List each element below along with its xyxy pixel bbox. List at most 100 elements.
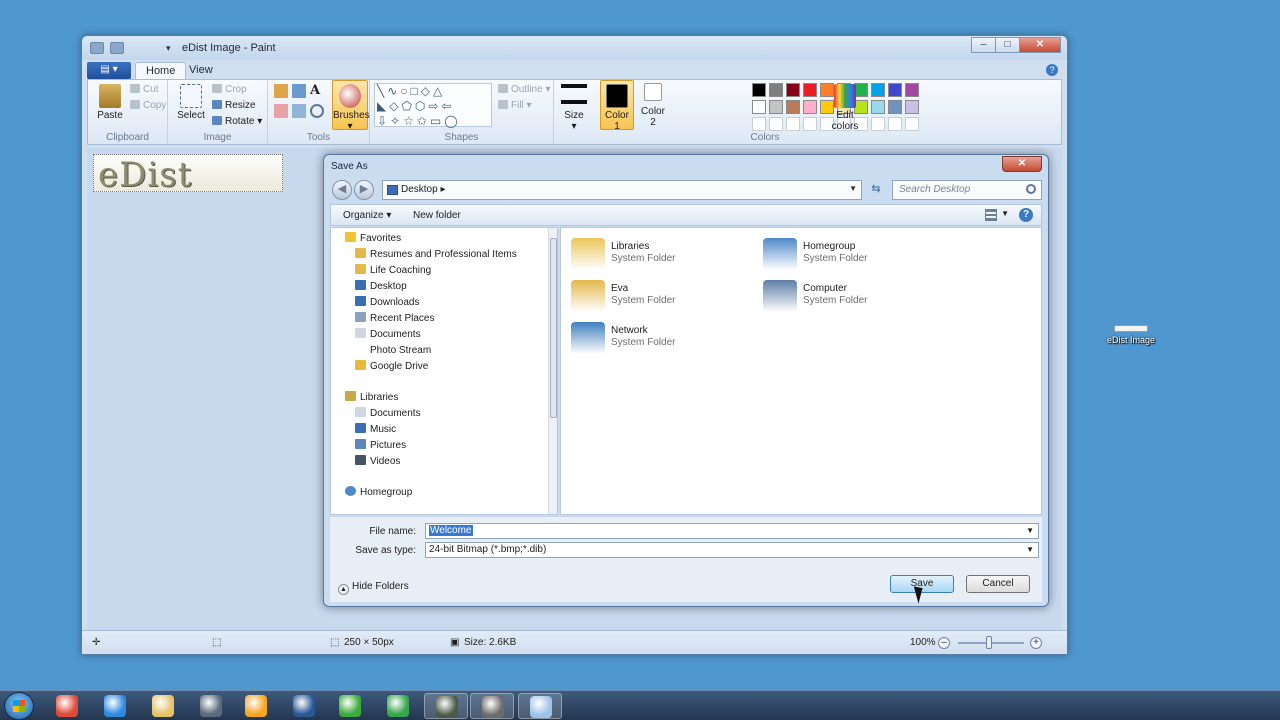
paste-button[interactable]: Paste	[94, 84, 126, 121]
taskbar-button[interactable]	[141, 693, 185, 719]
zoom-out-button[interactable]: –	[938, 637, 950, 649]
refresh-icon[interactable]: ⇆	[868, 181, 884, 198]
custom-color-slot[interactable]	[786, 117, 800, 131]
color-swatch[interactable]	[786, 100, 800, 114]
cancel-button[interactable]: Cancel	[966, 575, 1030, 593]
nav-item[interactable]: Pictures	[355, 439, 406, 453]
taskbar-button[interactable]	[328, 693, 372, 719]
taskbar-button[interactable]	[93, 693, 137, 719]
breadcrumb-desktop[interactable]: Desktop ▸	[401, 184, 446, 195]
color-swatch[interactable]	[888, 100, 902, 114]
address-dropdown-icon[interactable]: ▼	[849, 184, 857, 193]
color-swatch[interactable]	[905, 83, 919, 97]
color-swatch[interactable]	[803, 100, 817, 114]
color-swatch[interactable]	[752, 100, 766, 114]
view-dropdown-icon[interactable]: ▼	[1001, 209, 1009, 218]
nav-item[interactable]: Downloads	[355, 296, 419, 310]
select-button[interactable]: Select	[174, 84, 208, 121]
save-type-select[interactable]: 24-bit Bitmap (*.bmp;*.dib) ▼	[425, 542, 1039, 558]
nav-item[interactable]: Life Coaching	[355, 264, 431, 278]
taskbar-button[interactable]	[376, 693, 420, 719]
color-swatch[interactable]	[905, 100, 919, 114]
taskbar-button[interactable]	[189, 693, 233, 719]
color-swatch[interactable]	[888, 83, 902, 97]
start-button[interactable]	[4, 692, 34, 720]
taskbar-button[interactable]	[282, 693, 326, 719]
help-icon[interactable]: ?	[1046, 64, 1058, 76]
navigation-scrollbar[interactable]	[548, 228, 557, 514]
paint-menu-button[interactable]: ▤ ▾	[87, 62, 131, 79]
custom-color-slot[interactable]	[905, 117, 919, 131]
color-swatch[interactable]	[803, 83, 817, 97]
nav-item[interactable]: Recent Places	[355, 312, 434, 326]
fill-bucket-icon[interactable]	[292, 84, 306, 98]
file-item[interactable]: Homegroup System Folder	[763, 236, 943, 274]
customize-qat-icon[interactable]: ▾	[166, 42, 174, 54]
zoom-slider-thumb[interactable]	[986, 636, 992, 649]
custom-color-slot[interactable]	[803, 117, 817, 131]
hide-folders-button[interactable]: ▲ Hide Folders	[338, 581, 409, 595]
color-swatch[interactable]	[871, 83, 885, 97]
taskbar-button[interactable]	[424, 693, 468, 719]
brushes-button[interactable]: Brushes ▾	[332, 80, 370, 132]
custom-color-slot[interactable]	[888, 117, 902, 131]
custom-color-slot[interactable]	[752, 117, 766, 131]
address-bar[interactable]: Desktop ▸ ▼	[382, 180, 862, 200]
dialog-close-button[interactable]: ✕	[1002, 156, 1042, 172]
nav-item[interactable]: Google Drive	[355, 360, 428, 374]
scrollbar-thumb[interactable]	[550, 238, 557, 418]
view-options-icon[interactable]	[985, 209, 997, 221]
eraser-icon[interactable]	[274, 104, 288, 118]
canvas[interactable]: eDist	[93, 154, 283, 195]
rotate-button[interactable]: Rotate ▾	[212, 116, 262, 127]
color1-button[interactable]: Color 1	[600, 80, 634, 132]
edit-colors-button[interactable]: Edit colors	[828, 84, 862, 132]
paint-app-icon[interactable]	[90, 42, 104, 54]
file-item[interactable]: Libraries System Folder	[571, 236, 751, 274]
copy-button[interactable]: Copy	[130, 100, 166, 111]
arrow-shape-icon[interactable]: ⇩✧☆✩▭◯	[377, 114, 461, 128]
custom-color-slot[interactable]	[871, 117, 885, 131]
tab-view[interactable]: View	[179, 62, 223, 80]
maximize-button[interactable]: □	[995, 37, 1020, 53]
save-type-dropdown-icon[interactable]: ▼	[1026, 545, 1034, 554]
color-swatch[interactable]	[769, 83, 783, 97]
nav-item[interactable]: Documents	[355, 407, 421, 421]
taskbar-button[interactable]	[45, 693, 89, 719]
back-button[interactable]: ◀	[332, 180, 352, 200]
color-swatch[interactable]	[786, 83, 800, 97]
new-folder-button[interactable]: New folder	[413, 210, 461, 221]
pencil-icon[interactable]	[274, 84, 288, 98]
nav-item[interactable]: Music	[355, 423, 396, 437]
forward-button[interactable]: ▶	[354, 180, 374, 200]
magnifier-icon[interactable]	[310, 104, 324, 118]
line-shape-icon[interactable]: ╲∿○□◇△	[377, 84, 445, 98]
file-name-dropdown-icon[interactable]: ▼	[1026, 526, 1034, 535]
close-button[interactable]: ✕	[1019, 37, 1061, 53]
file-item[interactable]: Network System Folder	[571, 320, 751, 358]
crop-button[interactable]: Crop	[212, 84, 247, 95]
help-icon[interactable]: ?	[1019, 208, 1033, 222]
file-item[interactable]: Eva System Folder	[571, 278, 751, 316]
save-icon[interactable]	[110, 42, 124, 54]
organize-button[interactable]: Organize ▾	[343, 210, 391, 221]
file-item[interactable]: Computer System Folder	[763, 278, 943, 316]
size-button[interactable]: Size ▾	[558, 84, 590, 132]
color-swatch[interactable]	[769, 100, 783, 114]
shapes-gallery[interactable]: ╲∿○□◇△ ◣◇⬠⬡⇨⇦ ⇩✧☆✩▭◯	[374, 83, 492, 128]
color-swatch[interactable]	[752, 83, 766, 97]
desktop-file-icon[interactable]: eDist Image	[1104, 325, 1158, 345]
text-tool-icon[interactable]: A	[310, 83, 320, 98]
taskbar-button[interactable]	[234, 693, 278, 719]
minimize-button[interactable]: –	[971, 37, 996, 53]
color-swatch[interactable]	[871, 100, 885, 114]
nav-item[interactable]: Videos	[355, 455, 400, 469]
nav-favorites[interactable]: Favorites	[345, 232, 401, 246]
nav-homegroup[interactable]: Homegroup	[345, 486, 412, 500]
zoom-in-button[interactable]: +	[1030, 637, 1042, 649]
file-name-input[interactable]: Welcome ▼	[425, 523, 1039, 539]
nav-item[interactable]: Photo Stream	[355, 344, 431, 358]
polygon-shape-icon[interactable]: ◣◇⬠⬡⇨⇦	[377, 99, 454, 113]
resize-button[interactable]: Resize	[212, 100, 256, 111]
nav-libraries[interactable]: Libraries	[345, 391, 398, 405]
